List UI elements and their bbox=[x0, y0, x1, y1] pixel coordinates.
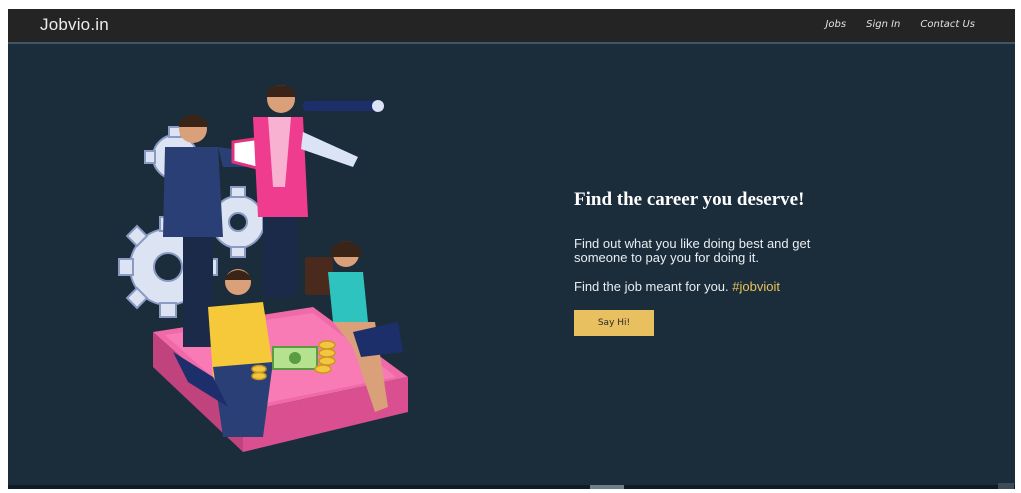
nav-links: Jobs Sign In Contact Us bbox=[825, 19, 975, 30]
telescope-icon bbox=[303, 101, 378, 111]
hashtag: #jobvioit bbox=[732, 279, 780, 294]
hero-title: Find the career you deserve! bbox=[574, 189, 805, 210]
tagline-text: Find the job meant for you. bbox=[574, 279, 729, 294]
brand-logo[interactable]: Jobvio.in bbox=[40, 15, 109, 35]
nav-contact-link[interactable]: Contact Us bbox=[920, 19, 975, 30]
hero-description: Find out what you like doing best and ge… bbox=[574, 236, 811, 265]
hero-content: Find the career you deserve! Find out wh… bbox=[574, 189, 874, 336]
hero-tagline: Find the job meant for you. #jobvioit bbox=[574, 279, 874, 294]
nav-signin-link[interactable]: Sign In bbox=[866, 19, 900, 30]
navbar: Jobvio.in Jobs Sign In Contact Us bbox=[8, 9, 1015, 42]
navbar-divider bbox=[8, 42, 1015, 44]
horizontal-scrollbar[interactable] bbox=[8, 485, 1015, 489]
say-hi-button[interactable]: Say Hi! bbox=[574, 310, 654, 336]
hero-illustration bbox=[118, 85, 408, 452]
corner-widget bbox=[998, 483, 1014, 489]
nav-jobs-link[interactable]: Jobs bbox=[825, 19, 846, 30]
scrollbar-thumb[interactable] bbox=[590, 485, 624, 489]
page-frame: Jobvio.in Jobs Sign In Contact Us Find t… bbox=[8, 9, 1015, 489]
